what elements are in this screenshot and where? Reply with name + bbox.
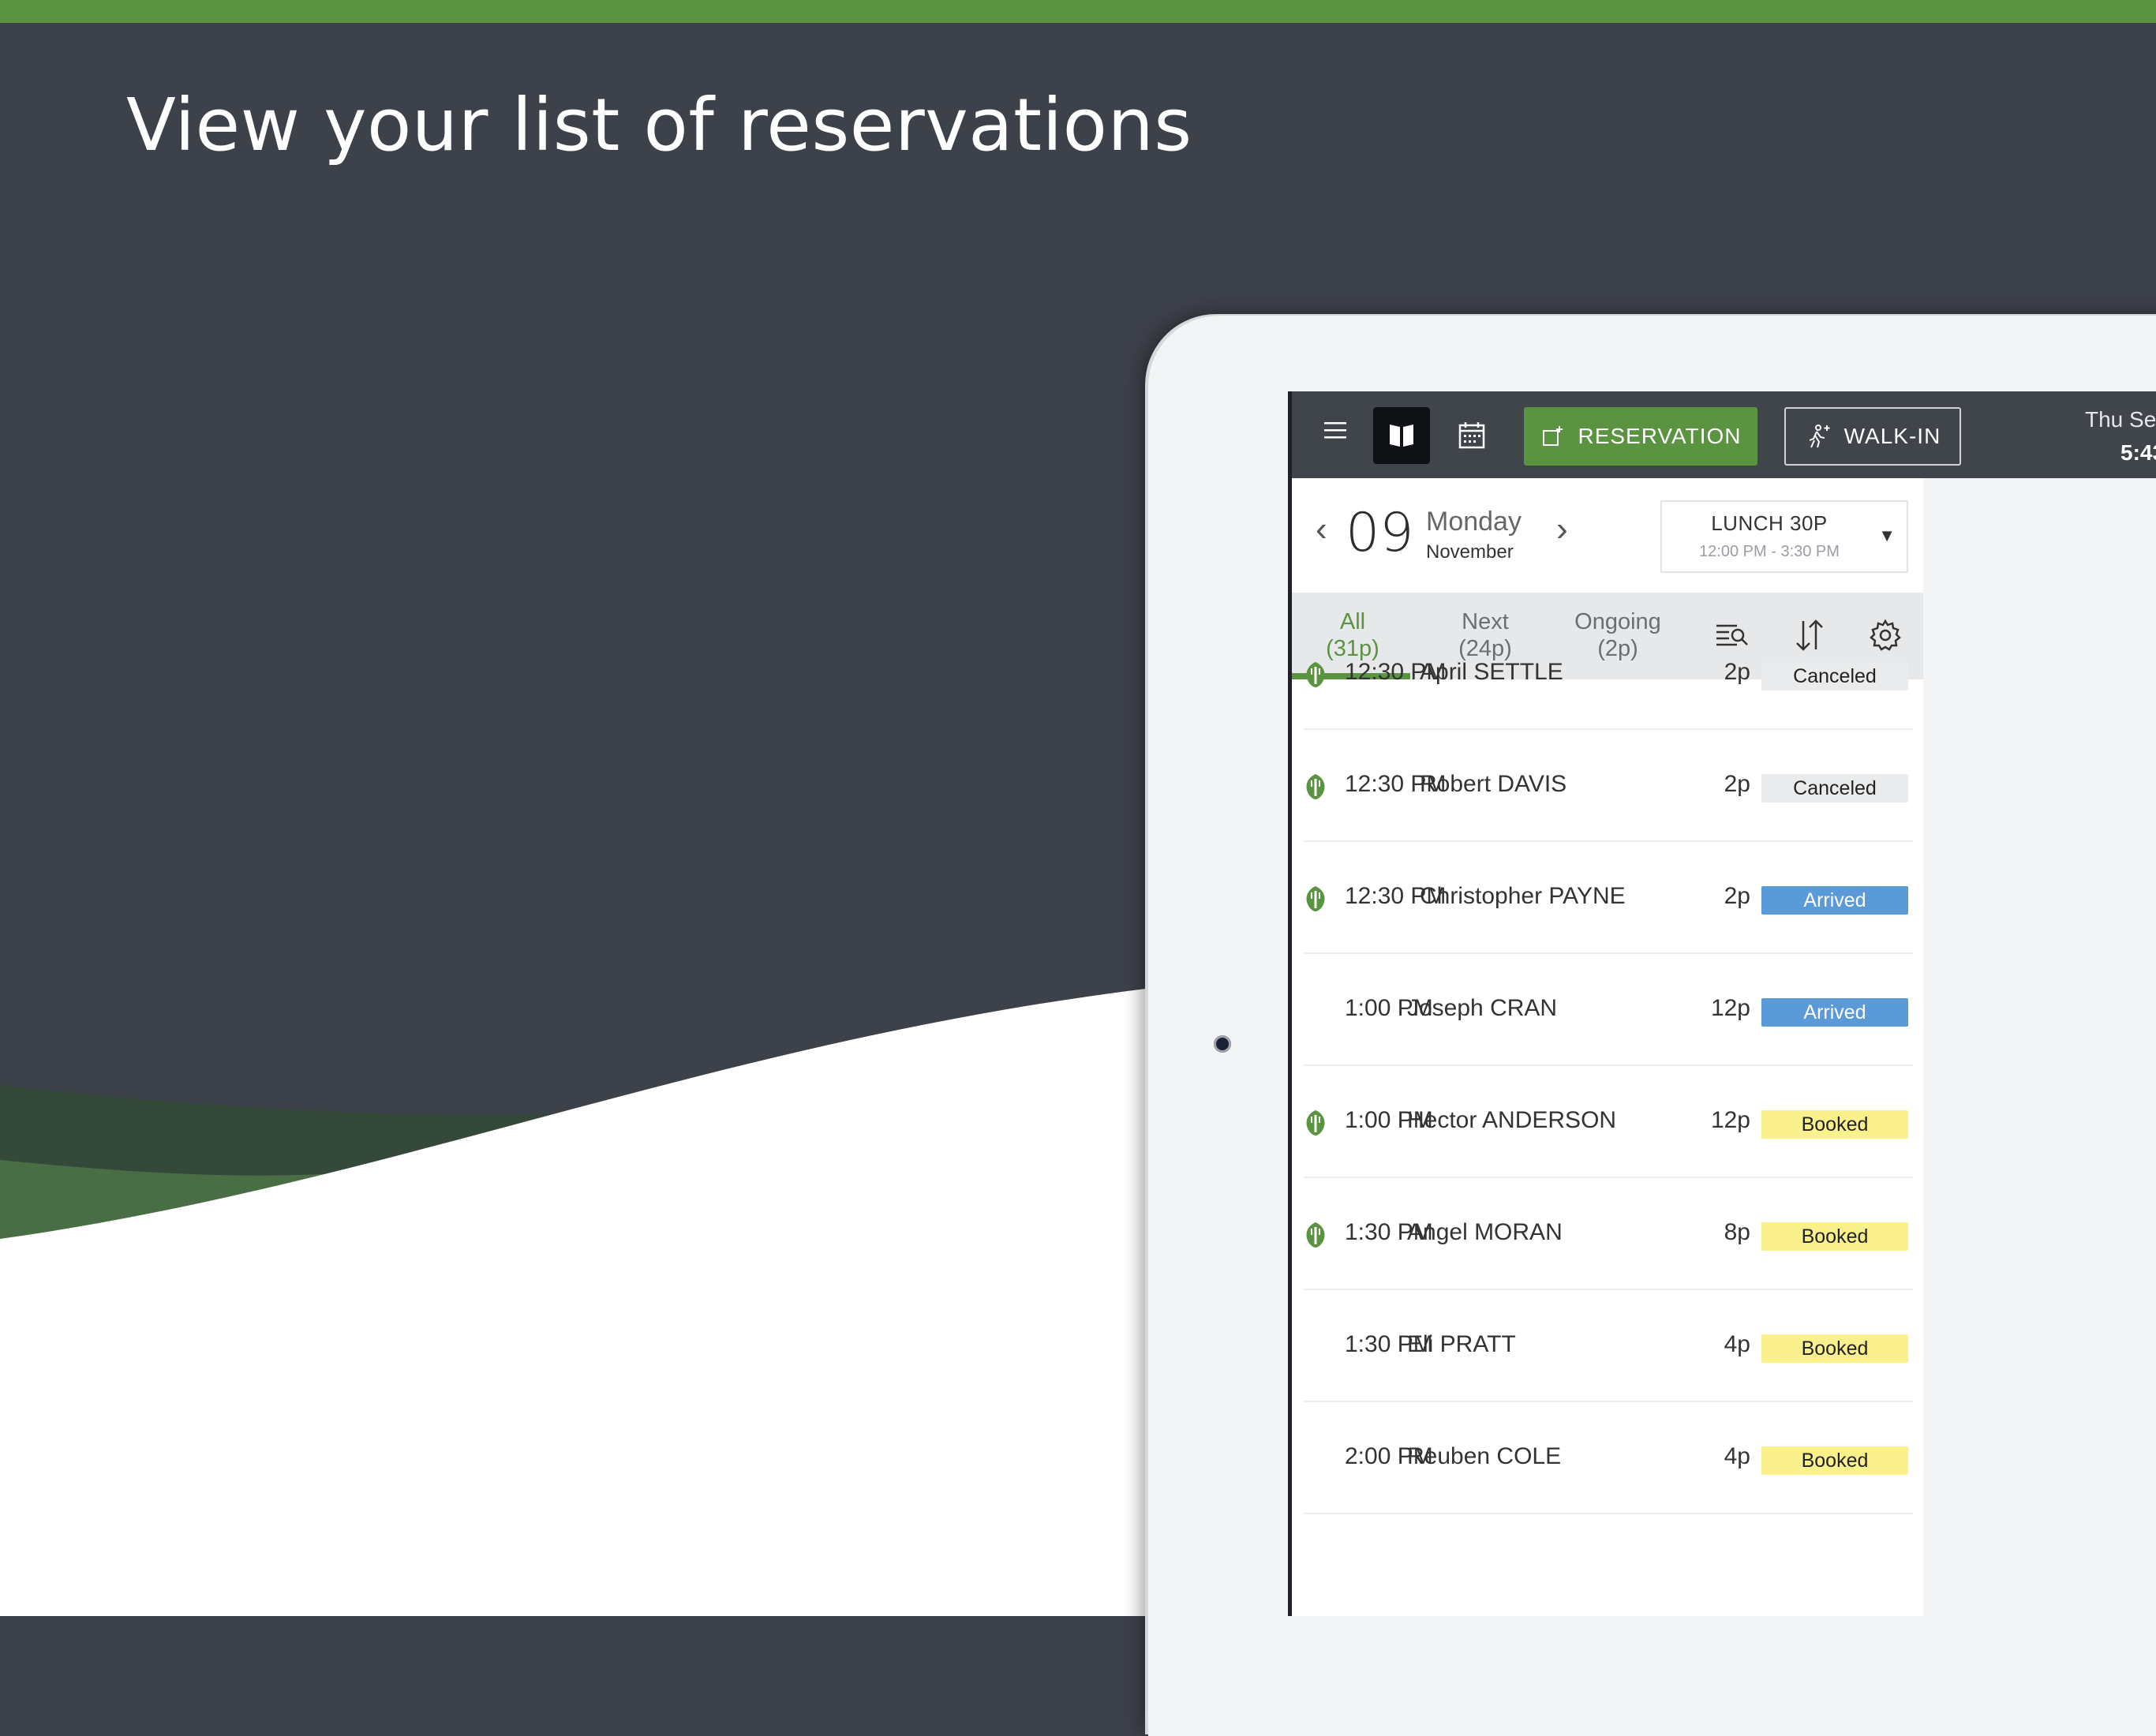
open-book-icon (1390, 425, 1413, 447)
status-badge: Booked (1761, 1446, 1908, 1475)
shift-hours: 12:00 PM - 3:30 PM (1699, 543, 1840, 560)
reservation-row[interactable]: 12:30 PM Robert DAVIS 2p Canceled (1304, 728, 1913, 842)
reservation-row[interactable]: 1:30 PM Eli PRATT 4p Booked (1304, 1289, 1913, 1402)
dining-status-icon (1304, 773, 1327, 801)
status-badge: Canceled (1761, 662, 1908, 690)
shift-dropdown[interactable]: LUNCH 30P 12:00 PM - 3:30 PM ▼ (1660, 500, 1908, 573)
dining-status-icon (1304, 1221, 1327, 1249)
month-label: November (1426, 541, 1514, 563)
reservation-row[interactable]: 1:00 PM Joseph CRAN 12p Arrived (1304, 952, 1913, 1066)
party-size: 12p (1710, 995, 1750, 1021)
status-badge: Booked (1761, 1110, 1908, 1139)
app-header: RESERVATION WALK-IN Thu Se 5:43 (1292, 391, 2156, 478)
status-badge: Booked (1761, 1334, 1908, 1363)
reservation-list-panel: ‹ 09 Monday November › LUNCH 30P 12:00 P… (1292, 478, 1923, 1616)
dining-status-icon (1304, 1109, 1327, 1137)
dropdown-caret-icon: ▼ (1878, 526, 1896, 545)
reservation-row[interactable]: 12:30 PM Christopher PAYNE 2p Arrived (1304, 840, 1913, 954)
reservation-row[interactable]: 2:00 PM Reuben COLE 4p Booked (1304, 1401, 1913, 1514)
next-day-chevron-icon[interactable]: › (1556, 510, 1568, 549)
walking-person-icon (1809, 425, 1830, 448)
header-date: Thu Se (2085, 407, 2156, 432)
page-headline: View your list of reservations (126, 83, 1192, 167)
party-size: 4p (1724, 1443, 1750, 1469)
guest-name: Hector ANDERSON (1407, 1107, 1617, 1133)
calendar-button[interactable] (1450, 413, 1494, 458)
guest-name: April SETTLE (1420, 659, 1563, 685)
tablet-camera (1214, 1035, 1231, 1053)
add-reservation-icon (1543, 426, 1563, 446)
app-screen: RESERVATION WALK-IN Thu Se 5:43 ‹ 09 Mon… (1288, 391, 2156, 1616)
dining-status-icon (1304, 885, 1327, 913)
dining-status-icon (1304, 660, 1327, 689)
header-time: 5:43 (2120, 440, 2156, 465)
party-size: 4p (1724, 1331, 1750, 1357)
reservation-row[interactable]: 1:30 PM Angel MORAN 8p Booked (1304, 1177, 1913, 1290)
party-size: 8p (1724, 1219, 1750, 1245)
guest-name: Christopher PAYNE (1420, 883, 1626, 909)
party-size: 2p (1724, 659, 1750, 685)
guest-name: Angel MORAN (1407, 1219, 1563, 1245)
guest-name: Robert DAVIS (1420, 771, 1567, 797)
new-reservation-button[interactable]: RESERVATION (1524, 407, 1757, 466)
status-badge: Canceled (1761, 774, 1908, 803)
reservation-book-button[interactable] (1373, 407, 1430, 464)
weekday-label: Monday (1426, 507, 1522, 537)
status-badge: Booked (1761, 1222, 1908, 1251)
status-badge: Arrived (1761, 886, 1908, 915)
party-size: 2p (1724, 883, 1750, 909)
floor-plan-area (1923, 478, 2156, 1616)
reservation-row[interactable]: 12:30 PM April SETTLE 2p Canceled (1304, 616, 1913, 730)
party-size: 12p (1710, 1107, 1750, 1133)
status-badge: Arrived (1761, 998, 1908, 1027)
guest-name: Eli PRATT (1407, 1331, 1516, 1357)
guest-name: Joseph CRAN (1407, 995, 1558, 1021)
calendar-icon (1458, 422, 1485, 449)
previous-day-chevron-icon[interactable]: ‹ (1316, 510, 1327, 549)
party-size: 2p (1724, 771, 1750, 797)
reservation-row[interactable]: 1:00 PM Hector ANDERSON 12p Booked (1304, 1064, 1913, 1178)
guest-name: Reuben COLE (1407, 1443, 1562, 1469)
shift-name: LUNCH 30P (1711, 511, 1828, 535)
date-navigator: ‹ 09 Monday November › LUNCH 30P 12:00 P… (1292, 478, 1923, 593)
walk-in-button[interactable]: WALK-IN (1784, 407, 1961, 466)
reservation-button-label: RESERVATION (1578, 424, 1742, 448)
day-number: 09 (1346, 502, 1414, 564)
hamburger-menu-icon[interactable] (1316, 415, 1355, 455)
walk-in-button-label: WALK-IN (1843, 424, 1941, 448)
